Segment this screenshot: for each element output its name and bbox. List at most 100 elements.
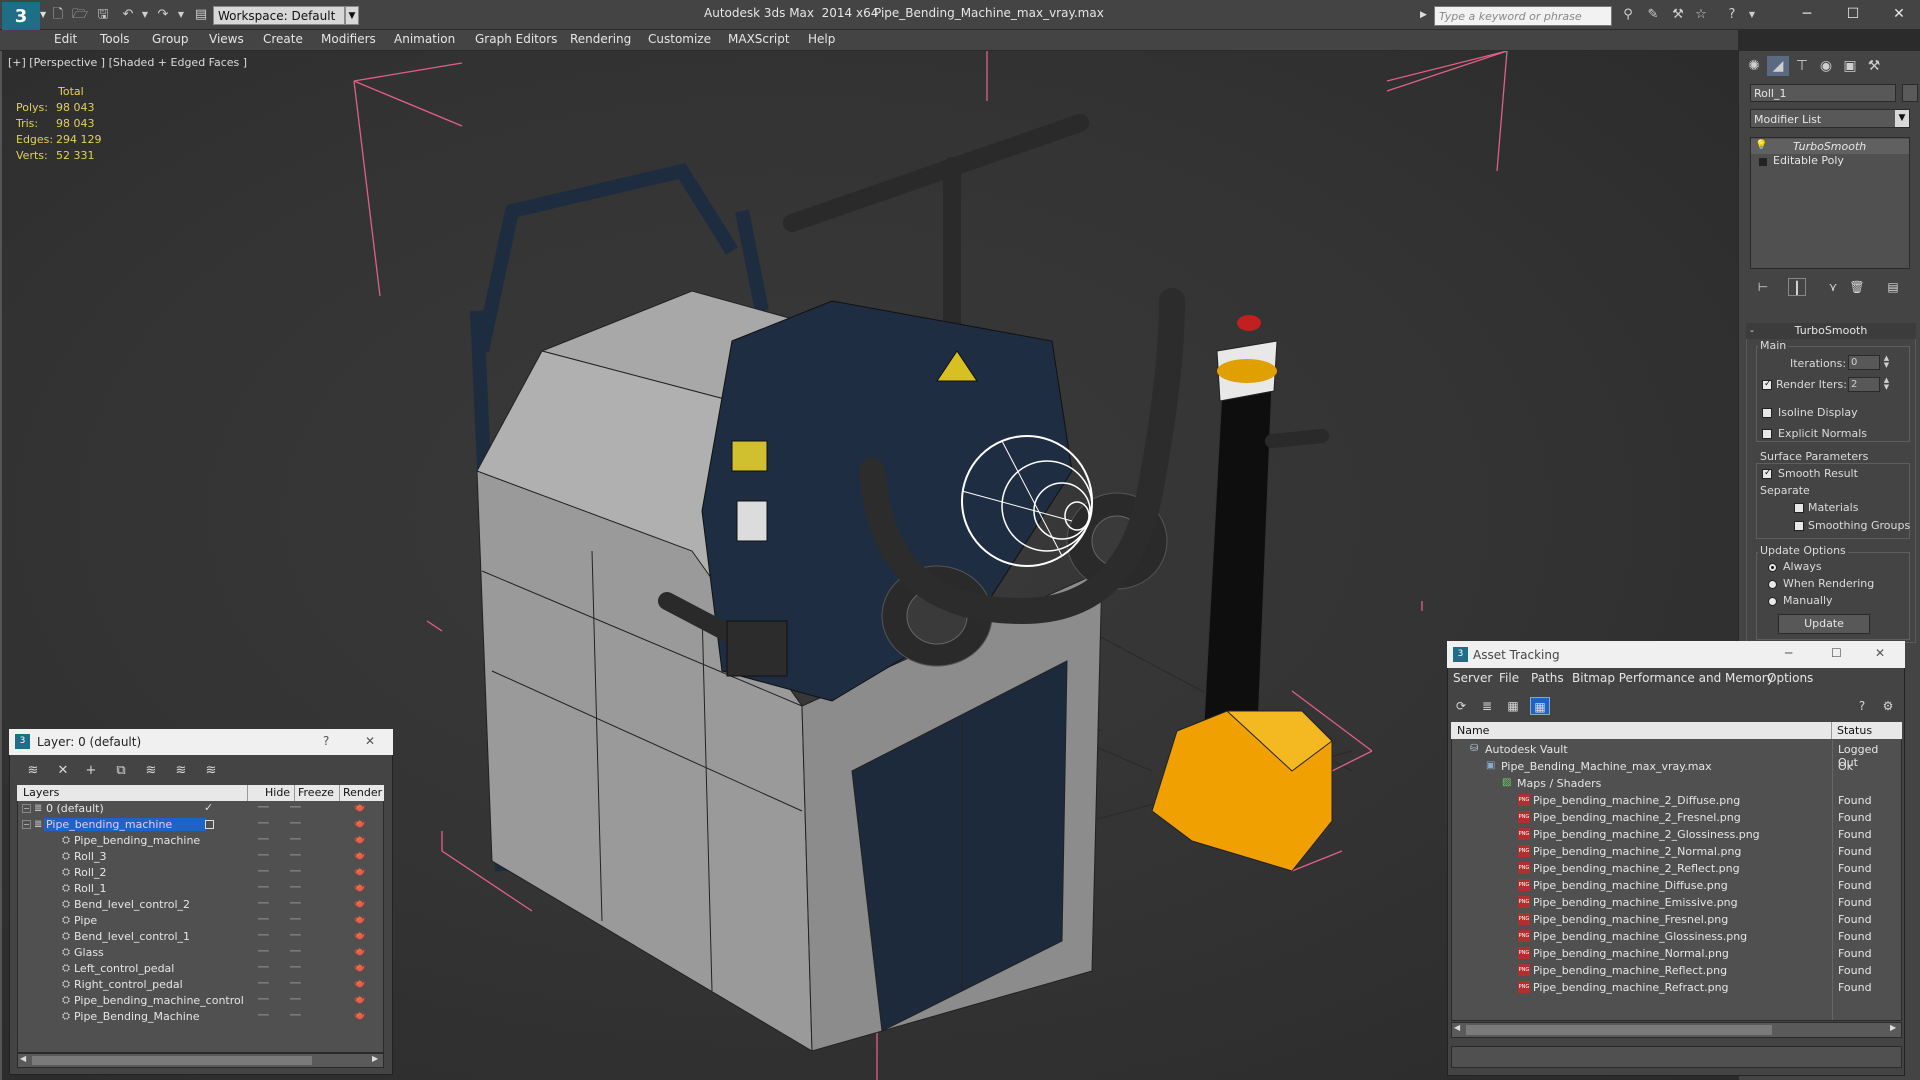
asset-name[interactable]: Pipe_bending_machine_2_Fresnel.png	[1533, 811, 1741, 824]
render-teapot-icon[interactable]: 🫖	[354, 931, 365, 941]
render-teapot-icon[interactable]: 🫖	[354, 947, 365, 957]
column-layers[interactable]: Layers	[23, 786, 59, 799]
render-teapot-icon[interactable]: 🫖	[354, 867, 365, 877]
layer-name[interactable]: Left_control_pedal	[74, 962, 174, 975]
freeze-toggle-icon[interactable]: ──	[290, 963, 301, 973]
modify-tab-icon[interactable]: ◢	[1767, 56, 1789, 76]
select-objects-in-layer-icon[interactable]: ⧉	[110, 762, 132, 780]
materials-checkbox[interactable]	[1794, 503, 1804, 513]
chevron-down-icon[interactable]: ▼	[345, 6, 359, 25]
layer-name[interactable]: Pipe	[74, 914, 97, 927]
menu-modifiers[interactable]: Modifiers	[321, 32, 376, 46]
smoothing-groups-checkbox[interactable]	[1794, 521, 1804, 531]
column-render[interactable]: Render	[343, 786, 382, 799]
close-icon[interactable]: ✕	[1875, 646, 1885, 660]
asset-menu-bitmap-performance[interactable]: Bitmap Performance and Memory	[1572, 671, 1774, 685]
app-logo-button[interactable]: 3	[2, 2, 40, 30]
layer-row[interactable]: − ≣ 0 (default) ✓ ── ── 🫖	[18, 801, 383, 817]
asset-menu-file[interactable]: File	[1499, 671, 1519, 685]
menu-maxscript[interactable]: MAXScript	[728, 32, 790, 46]
create-layer-icon[interactable]: ≋	[22, 762, 44, 780]
freeze-toggle-icon[interactable]: ──	[290, 851, 301, 861]
set-current-layer-box[interactable]	[205, 820, 214, 829]
help-icon[interactable]: ?	[1724, 7, 1740, 23]
hide-toggle-icon[interactable]: ──	[258, 963, 269, 973]
layer-row[interactable]: ⛭ Roll_3 ── ── 🫖	[18, 849, 383, 865]
undo-icon[interactable]: ↶	[120, 7, 136, 23]
search-expand-icon[interactable]: ▶	[1420, 10, 1427, 20]
hide-toggle-icon[interactable]: ──	[258, 851, 269, 861]
asset-row[interactable]: PNG Pipe_bending_machine_Glossiness.png Fo…	[1452, 928, 1901, 945]
render-teapot-icon[interactable]: 🫖	[354, 1011, 365, 1021]
open-file-icon[interactable]: 🗁	[72, 7, 88, 23]
object-name-field[interactable]: Roll_1	[1750, 84, 1896, 102]
layer-row[interactable]: − ≣ Pipe_bending_machine ── ── 🫖	[18, 817, 383, 833]
asset-row[interactable]: PNG Pipe_bending_machine_Fresnel.png Found	[1452, 911, 1901, 928]
menu-tools[interactable]: Tools	[100, 32, 130, 46]
freeze-toggle-icon[interactable]: ──	[290, 835, 301, 845]
layer-row[interactable]: ⛭ Glass ── ── 🫖	[18, 945, 383, 961]
layer-name[interactable]: Bend_level_control_2	[74, 898, 190, 911]
asset-name[interactable]: Pipe_bending_machine_2_Glossiness.png	[1533, 828, 1760, 841]
close-icon[interactable]: ✕	[365, 734, 375, 748]
asset-row[interactable]: PNG Pipe_bending_machine_2_Fresnel.png Fou…	[1452, 809, 1901, 826]
freeze-toggle-icon[interactable]: ──	[290, 915, 301, 925]
render-teapot-icon[interactable]: 🫖	[354, 819, 365, 829]
layer-row[interactable]: ⛭ Right_control_pedal ── ── 🫖	[18, 977, 383, 993]
asset-row[interactable]: ▨ Maps / Shaders	[1452, 775, 1901, 792]
asset-row[interactable]: ▣ Pipe_Bending_Machine_max_vray.max Ok	[1452, 758, 1901, 775]
update-when-rendering-radio[interactable]	[1768, 580, 1777, 589]
configure-modifier-sets-icon[interactable]: ▤	[1884, 278, 1902, 296]
project-folder-icon[interactable]: ▤	[193, 7, 209, 23]
freeze-toggle-icon[interactable]: ──	[290, 883, 301, 893]
render-teapot-icon[interactable]: 🫖	[354, 915, 365, 925]
maximize-icon[interactable]: ☐	[1838, 4, 1868, 24]
asset-row[interactable]: PNG Pipe_bending_machine_Diffuse.png Found	[1452, 877, 1901, 894]
asset-row[interactable]: PNG Pipe_bending_machine_2_Normal.png Foun…	[1452, 843, 1901, 860]
layer-row[interactable]: ⛭ Left_control_pedal ── ── 🫖	[18, 961, 383, 977]
asset-name[interactable]: Pipe_bending_machine_2_Reflect.png	[1533, 862, 1740, 875]
asset-name[interactable]: Pipe_bending_machine_2_Normal.png	[1533, 845, 1741, 858]
render-teapot-icon[interactable]: 🫖	[354, 883, 365, 893]
render-teapot-icon[interactable]: 🫖	[354, 963, 365, 973]
asset-name[interactable]: Maps / Shaders	[1517, 777, 1601, 790]
asset-row[interactable]: PNG Pipe_bending_machine_Normal.png Found	[1452, 945, 1901, 962]
layer-name[interactable]: 0 (default)	[46, 802, 104, 815]
layer-name[interactable]: Bend_level_control_1	[74, 930, 190, 943]
asset-name[interactable]: Pipe_bending_machine_Normal.png	[1533, 947, 1729, 960]
layer-row[interactable]: ⛭ Pipe_Bending_Machine ── ── 🫖	[18, 1009, 383, 1025]
communication-center-icon[interactable]: ⚒	[1670, 7, 1686, 23]
freeze-toggle-icon[interactable]: ──	[290, 819, 301, 829]
rollout-title[interactable]: TurboSmooth	[1746, 323, 1916, 339]
menu-animation[interactable]: Animation	[394, 32, 455, 46]
menu-create[interactable]: Create	[263, 32, 303, 46]
asset-menu-options[interactable]: Options	[1767, 671, 1813, 685]
scroll-left-icon[interactable]: ◀	[1454, 1023, 1460, 1032]
app-menu-arrow-icon[interactable]: ▼	[40, 10, 46, 19]
layer-name[interactable]: Pipe_bending_machine	[74, 834, 200, 847]
menu-graph-editors[interactable]: Graph Editors	[475, 32, 557, 46]
asset-row[interactable]: PNG Pipe_bending_machine_Refract.png Found	[1452, 979, 1901, 996]
refresh-icon[interactable]: ⟳	[1451, 697, 1471, 715]
pin-stack-icon[interactable]: ⊢	[1754, 278, 1772, 296]
expand-toggle-icon[interactable]: −	[22, 820, 31, 829]
current-layer-check-icon[interactable]: ✓	[204, 801, 213, 814]
remove-modifier-icon[interactable]: 🗑	[1848, 278, 1866, 296]
asset-window-titlebar[interactable]: 3 Asset Tracking ─ ☐ ✕	[1447, 641, 1905, 668]
maximize-icon[interactable]: ☐	[1831, 646, 1842, 660]
scroll-left-icon[interactable]: ◀	[20, 1054, 26, 1063]
layer-name[interactable]: Pipe_Bending_Machine	[74, 1010, 200, 1023]
column-freeze[interactable]: Freeze	[298, 786, 334, 799]
menu-edit[interactable]: Edit	[54, 32, 77, 46]
table-view-icon[interactable]: ▦	[1530, 697, 1550, 715]
chevron-down-icon[interactable]: ▼	[1895, 110, 1909, 127]
expand-toggle-icon[interactable]	[1759, 158, 1767, 166]
column-name[interactable]: Name	[1457, 724, 1489, 737]
viewport-label[interactable]: [+] [Perspective ] [Shaded + Edged Faces…	[8, 56, 247, 69]
undo-dropdown-icon[interactable]: ▼	[137, 7, 153, 23]
asset-name[interactable]: Pipe_bending_machine_Reflect.png	[1533, 964, 1727, 977]
lightbulb-icon[interactable]: 💡	[1755, 140, 1767, 151]
scrollbar-thumb[interactable]	[1466, 1025, 1772, 1035]
hide-all-layers-icon[interactable]: ≋	[170, 762, 192, 780]
hide-toggle-icon[interactable]: ──	[258, 947, 269, 957]
